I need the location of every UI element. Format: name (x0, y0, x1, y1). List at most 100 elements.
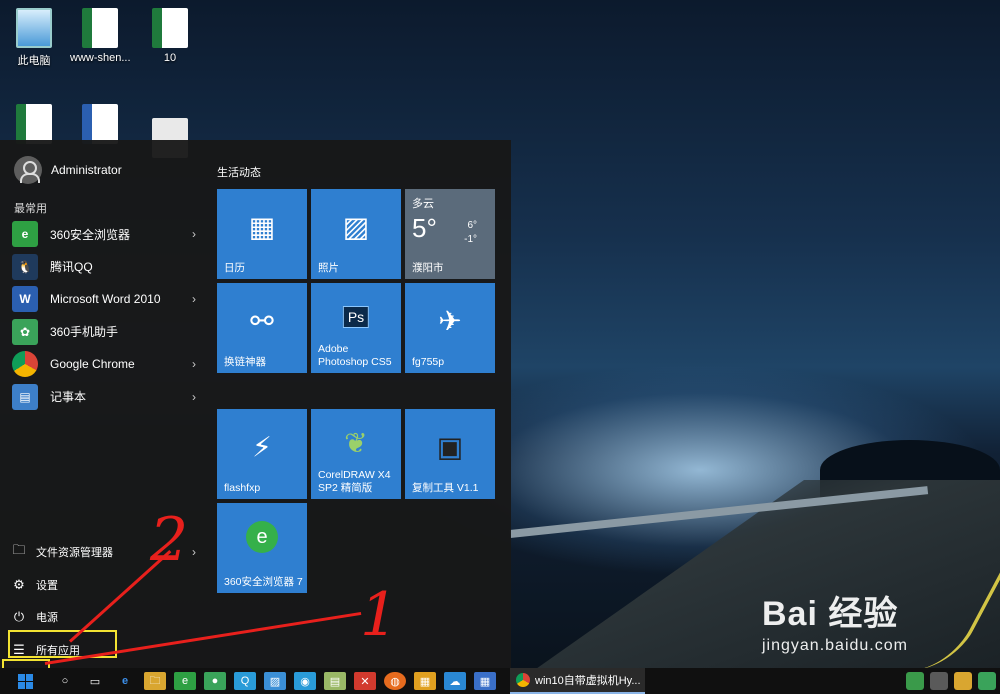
chevron-right-icon[interactable]: › (192, 292, 196, 306)
app-item-word[interactable]: W Microsoft Word 2010 › (12, 283, 196, 316)
weather-low: -1° (464, 234, 477, 245)
tile-label: Adobe Photoshop CS5 (318, 343, 392, 368)
qq-icon: 🐧 (12, 253, 38, 280)
task-view-icon[interactable]: ▭ (84, 672, 106, 690)
most-used-app-list: e 360安全浏览器 › 🐧 腾讯QQ W Microsoft Word 201… (12, 218, 196, 413)
chrome-icon (12, 351, 38, 378)
start-button[interactable] (0, 668, 50, 694)
image-viewer-icon[interactable]: ▨ (264, 672, 286, 690)
tile-chain-tool[interactable]: ⚯ 换链神器 (217, 283, 307, 373)
user-account-button[interactable]: Administrator (14, 156, 122, 184)
file-explorer-icon: 🗀 (12, 542, 26, 558)
desktop-icon-label: 此电脑 (17, 55, 51, 67)
chrome-icon (516, 673, 530, 687)
photoshop-icon: Ps (342, 306, 370, 329)
wechat-tray-icon[interactable] (978, 672, 996, 690)
tool-icon[interactable]: ✕ (354, 672, 376, 690)
desktop-icon-file-2[interactable]: 10 (140, 8, 200, 64)
app-label: 360手机助手 (50, 325, 119, 340)
annotation-step-1: 1 (360, 580, 399, 650)
word-file-icon (82, 104, 118, 144)
user-avatar-icon (14, 156, 42, 184)
tile-360-browser[interactable]: e 360安全浏览器 7 (217, 503, 307, 593)
tile-label: flashfxp (224, 482, 261, 494)
tile-label: 照片 (318, 262, 339, 274)
tile-copy-tool[interactable]: ▣ 复制工具 V1.1 (405, 409, 495, 499)
baidu-watermark: Bai 经验 jingyan.baidu.com (762, 586, 908, 655)
taskbar: ○ ▭ e 🗀 e ● Q ▨ ◉ ▤ ✕ ◍ ▦ ☁ ▦ win10自带虚拟机… (0, 668, 1000, 694)
weather-city: 濮阳市 (412, 262, 444, 274)
360-browser-icon: e (246, 521, 278, 554)
file-explorer-icon[interactable]: 🗀 (144, 672, 166, 690)
tile-flashfxp[interactable]: ⚡ flashfxp (217, 409, 307, 499)
excel-file-icon (16, 104, 52, 144)
tile-calendar[interactable]: ▦ 日历 (217, 189, 307, 279)
file-explorer-label: 文件资源管理器 (36, 547, 113, 560)
weather-temperature: 5° (412, 213, 437, 243)
calendar-icon: ▦ (248, 211, 276, 243)
user-name: Administrator (51, 163, 122, 177)
system-tray (906, 672, 996, 690)
weather-high-low: 6° -1° (464, 219, 477, 247)
app-label: Microsoft Word 2010 (50, 292, 161, 307)
app-item-chrome[interactable]: Google Chrome › (12, 348, 196, 381)
app-item-360-phone[interactable]: ✿ 360手机助手 (12, 316, 196, 349)
tile-label: 日历 (224, 262, 245, 274)
tile-fg755p[interactable]: ✈ fg755p (405, 283, 495, 373)
grid-app-icon[interactable]: ▦ (474, 672, 496, 690)
firefox-icon[interactable]: ◍ (384, 672, 406, 690)
app-item-360-browser[interactable]: e 360安全浏览器 › (12, 218, 196, 251)
most-used-heading: 最常用 (14, 203, 47, 215)
taskbar-chrome-window-button[interactable]: win10自带虚拟机Hy... (510, 668, 645, 694)
tile-coreldraw[interactable]: ❦ CorelDRAW X4 SP2 精简版 (311, 409, 401, 499)
wechat-icon[interactable]: ● (204, 672, 226, 690)
chevron-right-icon[interactable]: › (192, 357, 196, 371)
desktop-icon-file-1[interactable]: www-shen... (70, 8, 130, 64)
tile-label: CorelDRAW X4 SP2 精简版 (318, 469, 391, 494)
shield-icon[interactable] (906, 672, 924, 690)
edge-icon[interactable]: e (114, 672, 136, 690)
excel-file-icon (152, 8, 188, 48)
notes-icon[interactable]: ▤ (324, 672, 346, 690)
chevron-right-icon[interactable]: › (192, 227, 196, 241)
tile-weather[interactable]: 多云 5° 6° -1° 濮阳市 (405, 189, 495, 279)
copy-tool-icon: ▣ (436, 431, 464, 463)
chevron-right-icon[interactable]: › (192, 545, 196, 559)
word-icon: W (12, 286, 38, 313)
power-label: 电源 (36, 612, 58, 625)
weather-high: 6° (467, 220, 477, 231)
app-label: 腾讯QQ (50, 260, 93, 275)
power-icon: ⏻ (13, 609, 25, 625)
360-browser-icon[interactable]: e (174, 672, 196, 690)
tile-label: 换链神器 (224, 356, 266, 368)
chain-link-icon: ⚯ (250, 305, 274, 337)
360-browser-icon: e (12, 221, 38, 248)
power-button[interactable]: ⏻ 电源 (12, 601, 196, 634)
excel-file-icon (82, 8, 118, 48)
notepad-icon: ▤ (12, 383, 38, 410)
volume-icon[interactable] (954, 672, 972, 690)
photos-icon: ▨ (342, 211, 370, 243)
tile-photoshop[interactable]: Ps Adobe Photoshop CS5 (311, 283, 401, 373)
tile-label: 360安全浏览器 7 (224, 576, 303, 588)
desktop-icon-this-pc[interactable]: 此电脑 (4, 8, 64, 68)
tile-label: fg755p (412, 356, 445, 368)
search-icon[interactable]: ○ (54, 672, 76, 690)
gift-icon[interactable]: ▦ (414, 672, 436, 690)
tile-group-heading: 生活动态 (217, 167, 261, 179)
chat-icon[interactable]: ◉ (294, 672, 316, 690)
app-label: Google Chrome (50, 357, 135, 372)
360-phone-assistant-icon: ✿ (12, 318, 38, 345)
qq-icon[interactable]: Q (234, 672, 256, 690)
computer-icon (16, 8, 52, 48)
settings-gear-icon: ⚙ (13, 576, 25, 592)
windows-logo-icon (17, 673, 33, 689)
network-icon[interactable] (930, 672, 948, 690)
app-item-notepad[interactable]: ▤ 记事本 › (12, 381, 196, 414)
app-item-qq[interactable]: 🐧 腾讯QQ (12, 251, 196, 284)
watermark-url: jingyan.baidu.com (762, 637, 908, 654)
cloud-icon[interactable]: ☁ (444, 672, 466, 690)
tile-photos[interactable]: ▨ 照片 (311, 189, 401, 279)
chevron-right-icon[interactable]: › (192, 390, 196, 404)
tile-label: 复制工具 V1.1 (412, 482, 479, 494)
